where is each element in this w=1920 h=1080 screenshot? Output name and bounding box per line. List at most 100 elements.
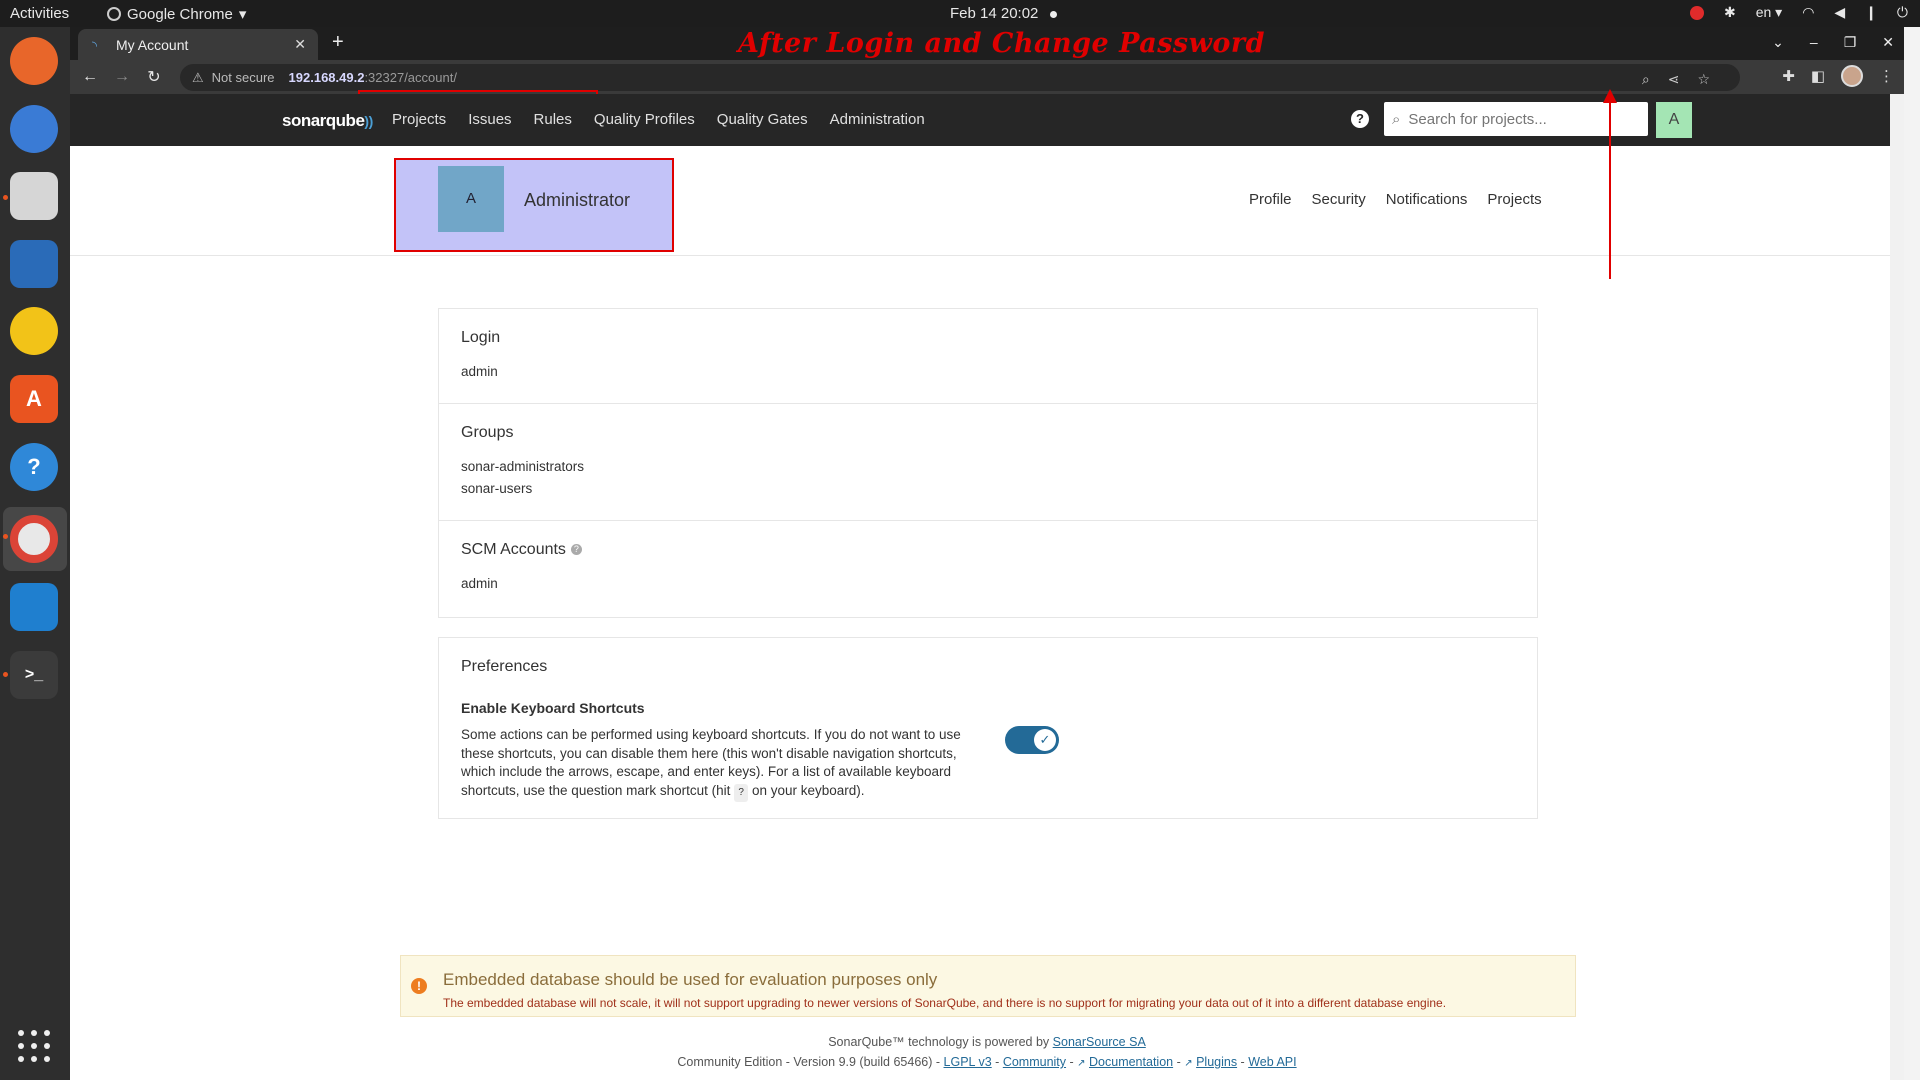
restore-icon[interactable]: ❐ (1844, 34, 1857, 51)
security-label[interactable]: Not secure (212, 70, 275, 85)
files-icon[interactable] (10, 172, 58, 220)
back-icon[interactable]: ← (74, 68, 106, 86)
page-scrollbar[interactable] (1890, 94, 1904, 1080)
keyboard-shortcuts-description: Some actions can be performed using keyb… (461, 726, 991, 802)
share-icon[interactable]: ⋖ (1668, 71, 1680, 88)
chrome-dock-icon[interactable] (10, 515, 58, 563)
sonarsource-link[interactable]: SonarSource SA (1053, 1035, 1146, 1049)
nav-administration[interactable]: Administration (830, 111, 925, 128)
rhythmbox-icon[interactable] (10, 307, 58, 355)
nav-quality-profiles[interactable]: Quality Profiles (594, 111, 695, 128)
software-store-icon[interactable]: A (10, 375, 58, 423)
nav-projects[interactable]: Projects (392, 111, 446, 128)
help-icon[interactable]: ? (10, 443, 58, 491)
wifi-icon: ◠ (1802, 4, 1815, 20)
plugins-link[interactable]: Plugins (1196, 1055, 1237, 1069)
extensions-icon[interactable]: ✚ (1782, 67, 1795, 85)
microphone-icon: ❙ (1865, 4, 1877, 20)
scm-title: SCM Accounts? (461, 541, 1515, 559)
clock-label: Feb 14 20:02 (950, 5, 1039, 22)
license-link[interactable]: LGPL v3 (944, 1055, 992, 1069)
sonarqube-nav: sonarqube)) Projects Issues Rules Qualit… (70, 94, 1904, 146)
tab-profile[interactable]: Profile (1249, 191, 1292, 208)
firefox-icon[interactable] (10, 37, 58, 85)
warning-title: Embedded database should be used for eva… (443, 970, 938, 989)
groups-section: Groups sonar-administrators sonar-users (439, 404, 1537, 521)
keyboard-shortcuts-toggle[interactable]: ✓ (1005, 726, 1059, 754)
documentation-link[interactable]: Documentation (1089, 1055, 1173, 1069)
show-apps-icon[interactable] (18, 1030, 50, 1062)
user-menu-avatar[interactable]: A (1656, 102, 1692, 138)
main-menu: Projects Issues Rules Quality Profiles Q… (392, 111, 925, 128)
bookmark-star-icon[interactable]: ☆ (1697, 71, 1710, 88)
chrome-window: ◝ My Account ✕ + After Login and Change … (70, 27, 1904, 1080)
help-question-icon[interactable]: ? (1351, 110, 1369, 128)
login-value: admin (461, 364, 498, 379)
url-path: :32327/account/ (364, 70, 457, 85)
keyboard-key: ? (734, 783, 748, 802)
minimize-icon[interactable]: – (1810, 34, 1818, 51)
tab-title: My Account (116, 36, 189, 53)
ubuntu-dock: A ? >_ (0, 27, 70, 1080)
accessibility-icon: ✱ (1723, 4, 1736, 20)
edition-label: Community Edition - Version 9.9 (build 6… (677, 1055, 941, 1069)
web-api-link[interactable]: Web API (1248, 1055, 1296, 1069)
description-text-end: on your keyboard). (751, 782, 865, 798)
sonarqube-logo[interactable]: sonarqube)) (282, 111, 373, 131)
vscode-icon[interactable] (10, 583, 58, 631)
address-bar[interactable]: ⚠ Not secure 192.168.49.2:32327/account/… (180, 64, 1740, 91)
nav-quality-gates[interactable]: Quality Gates (717, 111, 808, 128)
app-menu[interactable]: Google Chrome ▾ (107, 5, 246, 23)
terminal-icon[interactable]: >_ (10, 651, 58, 699)
groups-title: Groups (461, 424, 514, 441)
zoom-icon[interactable]: ⌕ (1642, 71, 1650, 88)
tab-projects[interactable]: Projects (1487, 191, 1541, 208)
tab-strip: ◝ My Account ✕ + After Login and Change … (70, 27, 1904, 60)
nav-rules[interactable]: Rules (534, 111, 572, 128)
tab-security[interactable]: Security (1312, 191, 1366, 208)
logo-text: sonarqube (282, 111, 365, 130)
notification-dot-icon (1050, 10, 1058, 18)
close-tab-icon[interactable]: ✕ (294, 36, 306, 53)
sonar-wave-icon: )) (364, 113, 373, 129)
browser-toolbar: ← → ↻ ⚠ Not secure 192.168.49.2:32327/ac… (70, 60, 1904, 94)
preferences-card: Preferences Enable Keyboard Shortcuts So… (438, 637, 1538, 819)
activities-button[interactable]: Activities (10, 5, 69, 22)
url-host: 192.168.49.2 (288, 70, 365, 85)
profile-avatar-icon[interactable] (1841, 65, 1863, 87)
preferences-section: Preferences Enable Keyboard Shortcuts So… (439, 638, 1537, 822)
clock[interactable]: Feb 14 20:02 (950, 5, 1058, 22)
menu-kebab-icon[interactable]: ⋮ (1879, 67, 1894, 85)
profile-card: Login admin Groups sonar-administrators … (438, 308, 1538, 618)
running-indicator (3, 534, 8, 539)
side-panel-icon[interactable]: ◧ (1811, 67, 1825, 85)
writer-icon[interactable] (10, 240, 58, 288)
tab-notifications[interactable]: Notifications (1386, 191, 1468, 208)
system-tray[interactable]: ✱ en ▾ ◠ ◀ ❙ ⏻ (1689, 4, 1908, 21)
close-window-icon[interactable]: ✕ (1882, 34, 1894, 51)
help-question-icon[interactable]: ? (570, 544, 582, 556)
group-item: sonar-administrators (461, 459, 585, 474)
forward-icon[interactable]: → (106, 68, 138, 86)
warning-icon: ! (411, 978, 427, 994)
tab-search-icon[interactable]: ⌄ (1772, 34, 1784, 51)
search-input[interactable] (1408, 110, 1629, 128)
reload-icon[interactable]: ↻ (138, 67, 170, 87)
group-item: sonar-users (461, 481, 533, 496)
tab-my-account[interactable]: ◝ My Account ✕ (78, 29, 318, 60)
running-indicator (3, 195, 8, 200)
nav-issues[interactable]: Issues (468, 111, 511, 128)
new-tab-button[interactable]: + (332, 31, 344, 54)
annotation-arrowhead (1603, 89, 1617, 103)
account-tabs: Profile Security Notifications Projects (1249, 191, 1542, 208)
community-link[interactable]: Community (1003, 1055, 1066, 1069)
warning-text: The embedded database will not scale, it… (443, 996, 1447, 1010)
chevron-down-icon: ▾ (238, 6, 247, 23)
annotation-title: After Login and Change Password (738, 28, 1265, 59)
app-menu-label: Google Chrome (127, 5, 233, 23)
language-indicator[interactable]: en ▾ (1756, 4, 1783, 21)
footer-powered: SonarQube™ technology is powered by Sona… (70, 1032, 1904, 1052)
thunderbird-icon[interactable] (10, 105, 58, 153)
preferences-title: Preferences (461, 658, 548, 675)
annotation-arrow (1609, 94, 1611, 279)
